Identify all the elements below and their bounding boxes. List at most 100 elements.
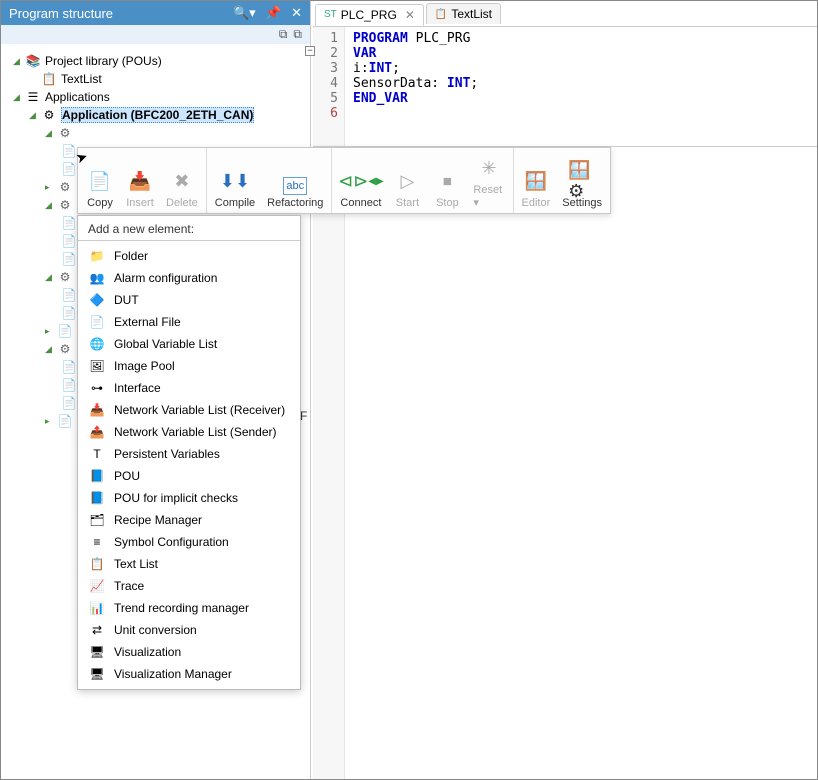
stop-button: ⏹ Stop xyxy=(427,150,467,211)
menu-persistent-vars[interactable]: TPersistent Variables xyxy=(78,443,300,465)
menu-alarm-config[interactable]: 👥Alarm configuration xyxy=(78,267,300,289)
menu-item-label: Network Variable List (Sender) xyxy=(114,425,277,439)
node-textlist[interactable]: 📋 TextList xyxy=(5,70,306,88)
start-button: ▷ Start xyxy=(387,150,427,211)
reset-button: ✳ Reset ▾ xyxy=(467,150,510,211)
tab-textlist[interactable]: 📋 TextList xyxy=(426,3,501,24)
line-number: 6 xyxy=(313,106,338,121)
copy-icon-2[interactable]: ⧉ xyxy=(293,27,302,42)
tab-bar: ST PLC_PRG ✕ 📋 TextList xyxy=(313,1,817,27)
menu-pou[interactable]: 📘POU xyxy=(78,465,300,487)
declaration-editor[interactable]: − 123456 PROGRAM PLC_PRGVAR i:INT; Senso… xyxy=(313,27,817,147)
btn-label: Editor xyxy=(522,197,551,209)
implementation-editor[interactable]: 1 xyxy=(313,147,817,779)
menu-item-label: Recipe Manager xyxy=(114,513,202,527)
menu-separator xyxy=(78,240,300,241)
menu-visualization[interactable]: 🖥Visualization xyxy=(78,641,300,663)
menu-external-file[interactable]: 📄External File xyxy=(78,311,300,333)
menu-trend-manager[interactable]: 📊Trend recording manager xyxy=(78,597,300,619)
menu-header: Add a new element: xyxy=(78,216,300,238)
menu-unit-conversion[interactable]: ⇄Unit conversion xyxy=(78,619,300,641)
refactoring-button[interactable]: abc Refactoring xyxy=(261,150,329,211)
menu-dut[interactable]: 🔷DUT xyxy=(78,289,300,311)
menu-interface[interactable]: ⊶ Interface xyxy=(78,377,300,399)
menu-visualization-manager[interactable]: 🖥 Visualization Manager xyxy=(78,663,300,685)
menu-item-label: Text List xyxy=(114,557,158,571)
menu-nvl-sender[interactable]: 📤 Network Variable List (Sender) xyxy=(78,421,300,443)
node-label: Application (BFC200_2ETH_CAN) xyxy=(61,107,254,123)
play-icon: ▷ xyxy=(393,167,421,195)
fold-toggle-icon[interactable]: − xyxy=(305,46,315,56)
menu-item-label: Unit conversion xyxy=(114,623,197,637)
library-icon: 📚 xyxy=(25,53,41,69)
textlist-icon: 📋 xyxy=(41,71,57,87)
search-icon[interactable]: 🔍▾ xyxy=(233,5,256,20)
menu-symbol-config[interactable]: ≡Symbol Configuration xyxy=(78,531,300,553)
menu-interface-icon: ⊶ xyxy=(88,380,106,396)
menu-pou-implicit[interactable]: 📘POU for implicit checks xyxy=(78,487,300,509)
code-line[interactable]: PROGRAM PLC_PRG xyxy=(353,31,478,46)
menu-nvl-receiver[interactable]: 📥Network Variable List (Receiver) xyxy=(78,399,300,421)
context-toolbar: 📄 Copy 📥 Insert ✖ Delete ⬇⬇ Compile abc … xyxy=(77,147,611,214)
btn-label: Stop xyxy=(436,197,459,209)
code-line[interactable]: VAR xyxy=(353,46,478,61)
menu-folder[interactable]: 📁Folder xyxy=(78,245,300,267)
menu-text-list-icon: 📋 xyxy=(88,556,106,572)
menu-image-pool[interactable]: 🖼Image Pool xyxy=(78,355,300,377)
reset-icon: ✳ xyxy=(475,154,503,182)
copy-icon[interactable]: ⧉ xyxy=(279,27,288,42)
code-line[interactable]: i:INT; xyxy=(353,61,478,76)
node-applications[interactable]: ◢ ☰ Applications xyxy=(5,88,306,106)
menu-item-label: Interface xyxy=(114,381,161,395)
textlist-icon: 📋 xyxy=(435,9,447,20)
menu-symbol-config-icon: ≡ xyxy=(88,534,106,550)
menu-text-list[interactable]: 📋 Text List xyxy=(78,553,300,575)
editor-button: 🪟 Editor xyxy=(516,150,557,211)
code-line[interactable]: END_VAR xyxy=(353,91,478,106)
code-line[interactable]: SensorData: INT; xyxy=(353,76,478,91)
node-project-library[interactable]: ◢ 📚 Project library (POUs) xyxy=(5,52,306,70)
app-folder-icon: ☰ xyxy=(25,89,41,105)
btn-label: Insert xyxy=(126,197,154,209)
expander-icon[interactable]: ◢ xyxy=(29,110,39,121)
settings-button[interactable]: 🪟⚙ Settings xyxy=(556,150,608,211)
menu-alarm-config-icon: 👥 xyxy=(88,270,106,286)
pin-icon[interactable]: 📌 xyxy=(265,5,281,20)
close-tab-icon[interactable]: ✕ xyxy=(405,8,415,22)
menu-gvl-icon: 🌐 xyxy=(88,336,106,352)
menu-item-label: Trace xyxy=(114,579,144,593)
menu-external-file-icon: 📄 xyxy=(88,314,106,330)
delete-icon: ✖ xyxy=(168,167,196,195)
menu-item-label: Visualization Manager xyxy=(114,667,232,681)
expander-icon[interactable]: ◢ xyxy=(13,56,23,67)
compile-button[interactable]: ⬇⬇ Compile xyxy=(209,150,261,211)
tab-plc-prg[interactable]: ST PLC_PRG ✕ xyxy=(315,4,424,26)
page-icon: 📄 xyxy=(61,215,77,231)
gear-icon: ⚙ xyxy=(57,269,73,285)
menu-gvl[interactable]: 🌐Global Variable List xyxy=(78,333,300,355)
connect-button[interactable]: ⊲⊳◀▶ Connect xyxy=(334,150,387,211)
gear-icon: ⚙ xyxy=(57,179,73,195)
menu-visualization-manager-icon: 🖥 xyxy=(88,666,106,682)
refactoring-icon: abc xyxy=(283,177,307,195)
panel-header: Program structure 🔍▾ 📌 ✕ xyxy=(1,1,310,25)
page-icon: 📄 xyxy=(61,161,77,177)
gear-icon: ⚙ xyxy=(57,341,73,357)
settings-icon: 🪟⚙ xyxy=(568,167,596,195)
menu-item-label: Persistent Variables xyxy=(114,447,220,461)
menu-recipe-manager[interactable]: 🗂Recipe Manager xyxy=(78,509,300,531)
add-element-menu: Add a new element: 📁Folder👥Alarm configu… xyxy=(77,215,301,690)
menu-trace[interactable]: 📈Trace xyxy=(78,575,300,597)
tab-label: PLC_PRG xyxy=(341,8,397,22)
expander-icon[interactable]: ◢ xyxy=(13,92,23,103)
menu-nvl-sender-icon: 📤 xyxy=(88,424,106,440)
btn-label: Start xyxy=(396,197,419,209)
line-number: 4 xyxy=(313,76,338,91)
node-application-selected[interactable]: ◢ ⚙ Application (BFC200_2ETH_CAN) xyxy=(5,106,306,124)
node-partial[interactable]: ◢⚙ xyxy=(5,124,306,142)
line-number: 3 xyxy=(313,61,338,76)
line-gutter: − 123456 xyxy=(313,27,345,146)
code-body[interactable]: PROGRAM PLC_PRGVAR i:INT; SensorData: IN… xyxy=(345,27,486,146)
close-panel-icon[interactable]: ✕ xyxy=(291,5,302,20)
copy-icon: 📄 xyxy=(86,167,114,195)
